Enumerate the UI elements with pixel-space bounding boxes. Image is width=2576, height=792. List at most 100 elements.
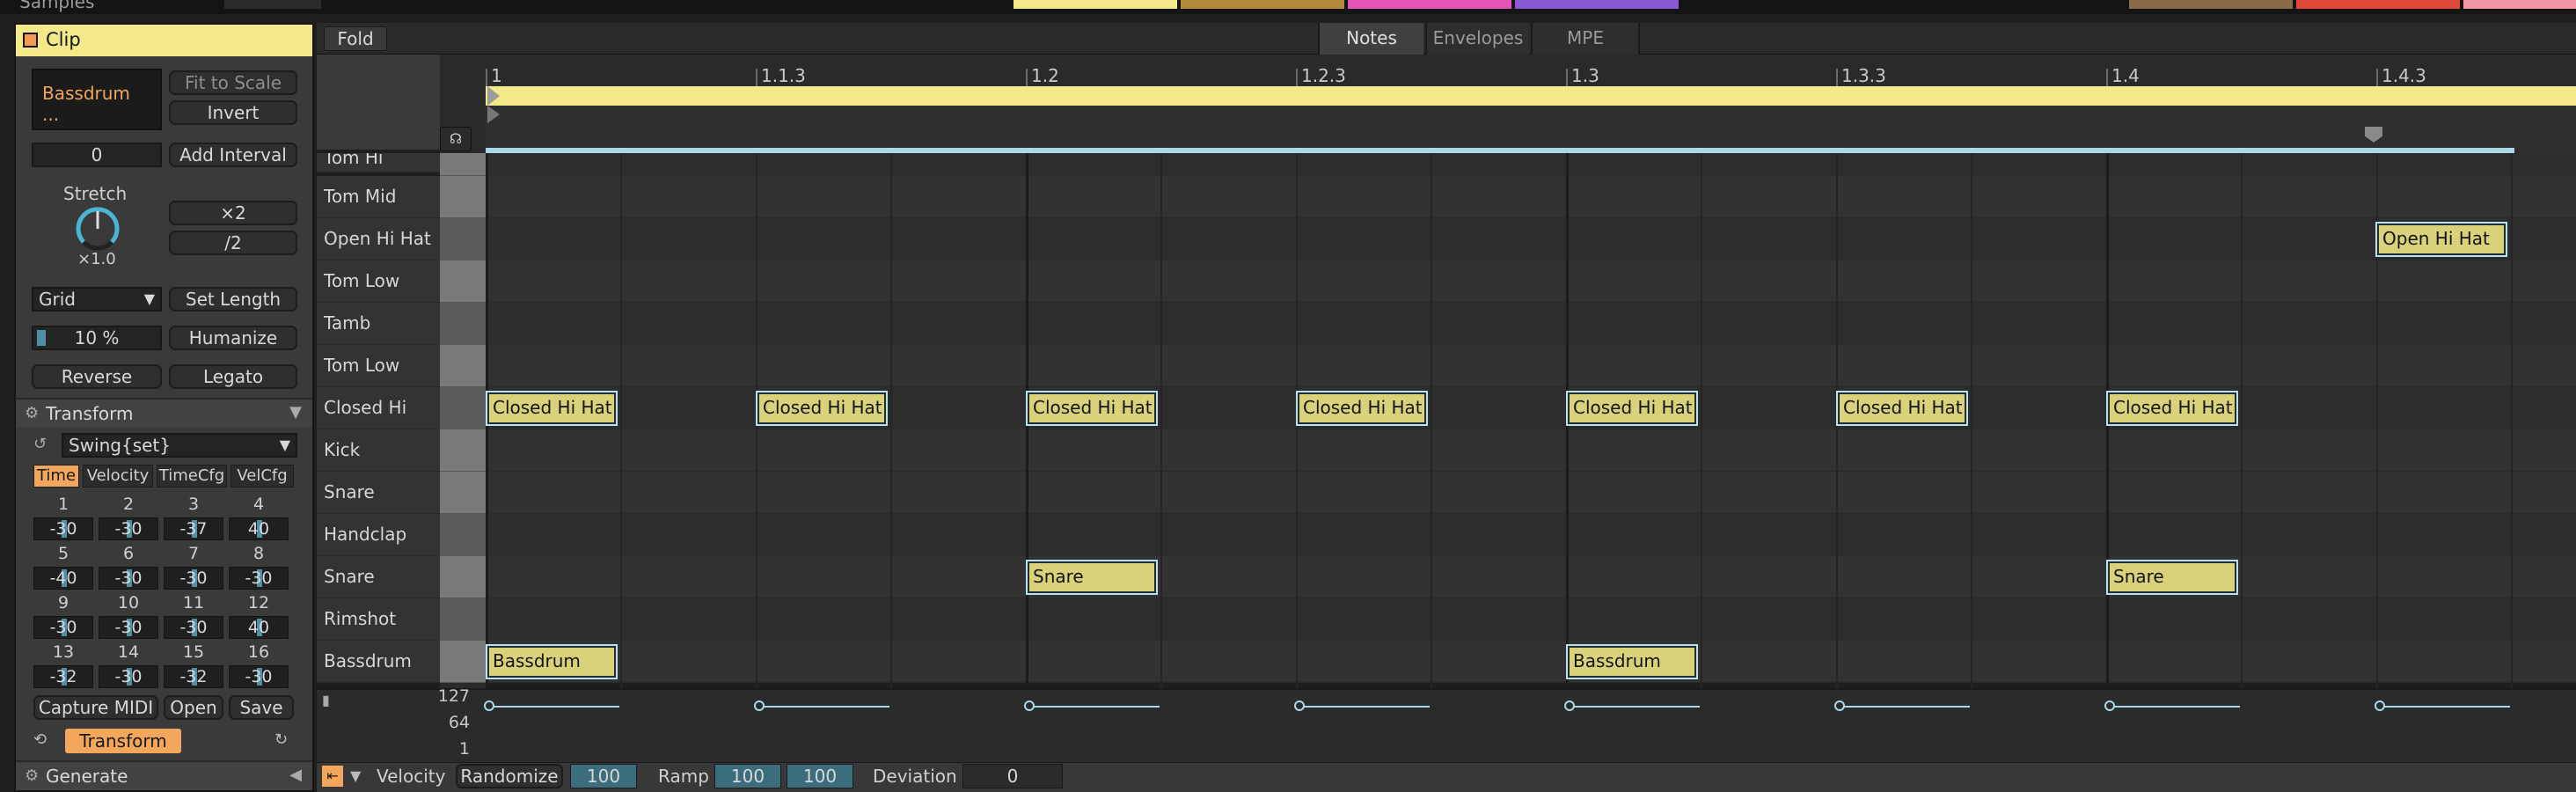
note-row[interactable] [486, 556, 2576, 598]
tab-velcfg[interactable]: VelCfg [231, 465, 294, 488]
midi-note-closed-hi-hat[interactable]: Closed Hi Hat [1566, 391, 1698, 426]
refresh-icon[interactable]: ↺ [33, 435, 47, 453]
randomize-value-field[interactable]: 100 [570, 764, 637, 788]
grid-select[interactable]: Grid ▼ [32, 287, 162, 312]
velocity-handle[interactable] [1564, 700, 1575, 711]
velocity-handle[interactable] [1834, 700, 1845, 711]
piano-key[interactable] [440, 472, 486, 514]
clip-slot-yellow[interactable] [1014, 0, 1177, 9]
note-row[interactable] [486, 514, 2576, 556]
track-name-tom-low[interactable]: Tom Low [317, 260, 440, 303]
tab-mpe[interactable]: MPE [1531, 23, 1640, 55]
stretch-knob[interactable] [73, 204, 122, 253]
note-row[interactable] [486, 260, 2576, 303]
step-value[interactable]: -30 [99, 517, 158, 540]
velocity-handle[interactable] [2375, 700, 2385, 711]
track-name-snare-2[interactable]: Snare [317, 556, 440, 598]
scene-slot[interactable] [224, 0, 321, 9]
piano-key[interactable] [440, 429, 486, 472]
note-row[interactable] [486, 176, 2576, 218]
midi-note-snare[interactable]: Snare [1026, 560, 1158, 595]
playhead-marker-icon[interactable] [2365, 127, 2382, 143]
track-name-tom-hi[interactable]: Tom Hi [317, 153, 440, 172]
piano-key[interactable] [440, 176, 486, 218]
track-name-tom-mid[interactable]: Tom Mid [317, 176, 440, 218]
loop-start-marker-icon[interactable] [487, 86, 500, 106]
amount-field[interactable]: 10 % [32, 326, 162, 350]
clip-slot-rose[interactable] [2463, 0, 2576, 9]
collapse-arrow-icon[interactable]: ▼ [289, 403, 302, 422]
midi-note-open-hi-hat[interactable]: Open Hi Hat [2375, 222, 2507, 257]
piano-key[interactable] [440, 218, 486, 260]
midi-note-bassdrum[interactable]: Bassdrum [486, 644, 618, 679]
velocity-handle[interactable] [2104, 700, 2115, 711]
midi-note-closed-hi-hat[interactable]: Closed Hi Hat [756, 391, 888, 426]
piano-key[interactable] [440, 598, 486, 641]
piano-key[interactable] [440, 556, 486, 598]
step-value[interactable]: -30 [229, 665, 289, 688]
reverse-button[interactable]: Reverse [32, 364, 162, 389]
transform-preset-select[interactable]: Swing{set} ▼ [62, 433, 297, 458]
piano-key[interactable] [440, 345, 486, 387]
step-value[interactable]: -37 [164, 517, 223, 540]
track-name-open-hi-hat[interactable]: Open Hi Hat [317, 218, 440, 260]
legato-button[interactable]: Legato [169, 364, 297, 389]
headphones-icon[interactable]: ☊ [440, 127, 472, 151]
step-value[interactable]: -30 [33, 517, 93, 540]
clip-slot-purple[interactable] [1515, 0, 1679, 9]
note-row[interactable] [486, 641, 2576, 683]
deviation-value-field[interactable]: 0 [962, 764, 1063, 788]
step-value[interactable]: -30 [99, 567, 158, 590]
midi-note-snare[interactable]: Snare [2106, 560, 2238, 595]
transform-apply-button[interactable]: Transform [65, 729, 181, 753]
midi-note-bassdrum[interactable]: Bassdrum [1566, 644, 1698, 679]
start-marker-row[interactable] [486, 106, 2576, 125]
midi-note-closed-hi-hat[interactable]: Closed Hi Hat [1836, 391, 1968, 426]
back-arrow-icon[interactable]: ⇤ [322, 766, 343, 787]
randomize-button[interactable]: Randomize [456, 764, 563, 788]
clip-slot-pink[interactable] [1348, 0, 1511, 9]
loop-icon[interactable]: ⟲ [33, 730, 47, 749]
add-interval-button[interactable]: Add Interval [169, 143, 297, 167]
expand-arrow-icon[interactable]: ◀ [289, 766, 302, 784]
clip-name-display[interactable]: Bassdrum ... [32, 69, 162, 130]
fold-button[interactable]: Fold [324, 26, 387, 51]
step-value[interactable]: -40 [33, 567, 93, 590]
dropdown-arrow-icon[interactable]: ▼ [350, 767, 361, 784]
velocity-handle[interactable] [484, 700, 494, 711]
note-row[interactable] [486, 218, 2576, 260]
piano-key[interactable] [440, 387, 486, 429]
note-row[interactable] [486, 153, 2576, 176]
clip-color-swatch[interactable] [23, 33, 38, 48]
step-value[interactable]: -30 [99, 665, 158, 688]
note-row[interactable] [486, 429, 2576, 472]
track-name-handclap[interactable]: Handclap [317, 514, 440, 556]
tab-notes[interactable]: Notes [1318, 23, 1423, 55]
track-name-tamb[interactable]: Tamb [317, 303, 440, 345]
piano-key[interactable] [440, 641, 486, 683]
half-button[interactable]: /2 [169, 231, 297, 255]
interval-field[interactable]: 0 [32, 143, 162, 167]
track-name-snare[interactable]: Snare [317, 472, 440, 514]
time-ruler[interactable]: 1 1.1.3 1.2 1.2.3 1.3 1.3.3 1.4 1.4.3 [486, 55, 2576, 86]
track-name-kick[interactable]: Kick [317, 429, 440, 472]
track-name-tom-low-2[interactable]: Tom Low [317, 345, 440, 387]
ramp-end-field[interactable]: 100 [787, 764, 853, 788]
piano-key[interactable] [440, 260, 486, 303]
save-button[interactable]: Save [229, 695, 294, 720]
note-row[interactable] [486, 303, 2576, 345]
piano-key[interactable] [440, 153, 486, 176]
tab-timecfg[interactable]: TimeCfg [157, 465, 227, 488]
midi-note-closed-hi-hat[interactable]: Closed Hi Hat [486, 391, 618, 426]
midi-note-closed-hi-hat[interactable]: Closed Hi Hat [1026, 391, 1158, 426]
step-value[interactable]: 40 [229, 517, 289, 540]
midi-note-closed-hi-hat[interactable]: Closed Hi Hat [2106, 391, 2238, 426]
step-value[interactable]: -30 [164, 616, 223, 639]
fit-to-scale-button[interactable]: Fit to Scale [169, 70, 297, 95]
track-name-rimshot[interactable]: Rimshot [317, 598, 440, 641]
start-marker-icon[interactable] [487, 106, 500, 123]
ramp-start-field[interactable]: 100 [714, 764, 781, 788]
note-row[interactable] [486, 472, 2576, 514]
midi-note-closed-hi-hat[interactable]: Closed Hi Hat [1296, 391, 1428, 426]
invert-button[interactable]: Invert [169, 100, 297, 125]
